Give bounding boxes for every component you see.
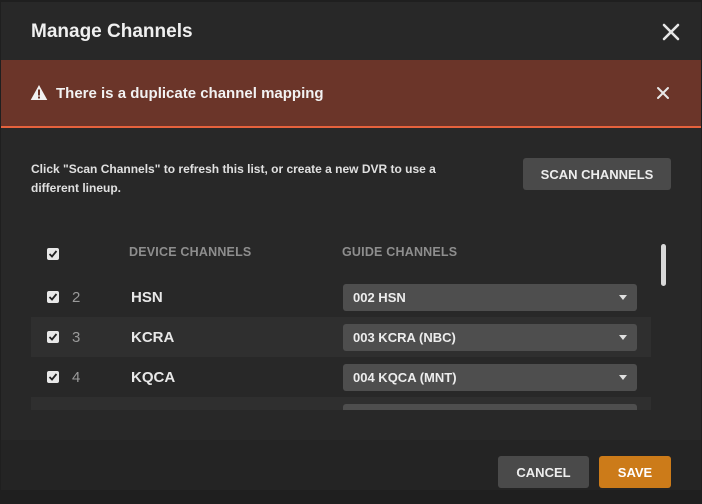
- manage-channels-dialog: Manage Channels There is a duplicate cha…: [1, 2, 701, 490]
- table-scrollbar[interactable]: [661, 244, 666, 286]
- device-channel-name: KCRA: [131, 329, 175, 346]
- guide-channel-value: 003 KCRA (NBC): [353, 330, 456, 345]
- channel-number: 4: [72, 369, 81, 386]
- row-checkbox[interactable]: [47, 371, 59, 383]
- channel-number: 3: [72, 329, 81, 346]
- close-dialog-button[interactable]: [659, 20, 683, 44]
- guide-channel-value: 002 HSN: [353, 290, 406, 305]
- caret-down-icon: [619, 295, 627, 300]
- device-channels-header: DEVICE CHANNELS: [129, 245, 252, 259]
- channel-number: 2: [72, 289, 81, 306]
- guide-channel-select[interactable]: [343, 404, 637, 410]
- check-icon: [48, 293, 58, 301]
- guide-channel-value: 004 KQCA (MNT): [353, 370, 457, 385]
- table-row: 2 HSN 002 HSN: [31, 277, 651, 317]
- guide-channel-select[interactable]: 002 HSN: [343, 284, 637, 311]
- table-header: DEVICE CHANNELS GUIDE CHANNELS: [31, 234, 651, 274]
- warning-icon: [30, 85, 48, 100]
- scan-channels-button[interactable]: SCAN CHANNELS: [523, 158, 671, 190]
- dismiss-alert-button[interactable]: [655, 85, 671, 101]
- check-icon: [48, 373, 58, 381]
- duplicate-mapping-alert: There is a duplicate channel mapping: [1, 60, 701, 128]
- row-checkbox[interactable]: [47, 291, 59, 303]
- select-all-checkbox[interactable]: [47, 248, 59, 260]
- table-row: [31, 397, 651, 410]
- device-channel-name: HSN: [131, 289, 163, 306]
- dialog-footer: CANCEL SAVE: [1, 440, 701, 490]
- table-row: 4 KQCA 004 KQCA (MNT): [31, 357, 651, 397]
- dialog-title: Manage Channels: [31, 21, 193, 42]
- cancel-button[interactable]: CANCEL: [498, 456, 589, 488]
- background-text: [234, 494, 414, 504]
- close-icon: [662, 23, 680, 41]
- close-icon: [657, 87, 669, 99]
- row-checkbox[interactable]: [47, 331, 59, 343]
- intro-text: Click "Scan Channels" to refresh this li…: [31, 162, 436, 195]
- caret-down-icon: [619, 335, 627, 340]
- alert-message: There is a duplicate channel mapping: [56, 85, 324, 102]
- check-icon: [48, 333, 58, 341]
- dialog-header: Manage Channels: [1, 2, 701, 60]
- guide-channel-select[interactable]: 003 KCRA (NBC): [343, 324, 637, 351]
- save-button[interactable]: SAVE: [599, 456, 671, 488]
- check-icon: [48, 250, 58, 258]
- guide-channel-select[interactable]: 004 KQCA (MNT): [343, 364, 637, 391]
- caret-down-icon: [619, 375, 627, 380]
- table-row: 3 KCRA 003 KCRA (NBC): [31, 317, 651, 357]
- guide-channels-header: GUIDE CHANNELS: [342, 245, 458, 259]
- device-channel-name: KQCA: [131, 369, 176, 386]
- channels-table: DEVICE CHANNELS GUIDE CHANNELS 2 HSN 002…: [31, 234, 651, 410]
